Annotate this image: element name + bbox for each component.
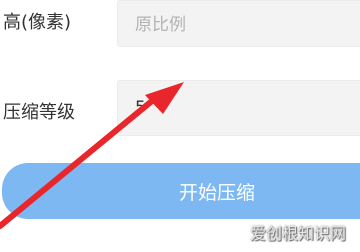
arrow-shaft — [0, 93, 161, 229]
arrow-head-icon — [145, 82, 184, 114]
red-arrow-annotation — [0, 82, 184, 229]
